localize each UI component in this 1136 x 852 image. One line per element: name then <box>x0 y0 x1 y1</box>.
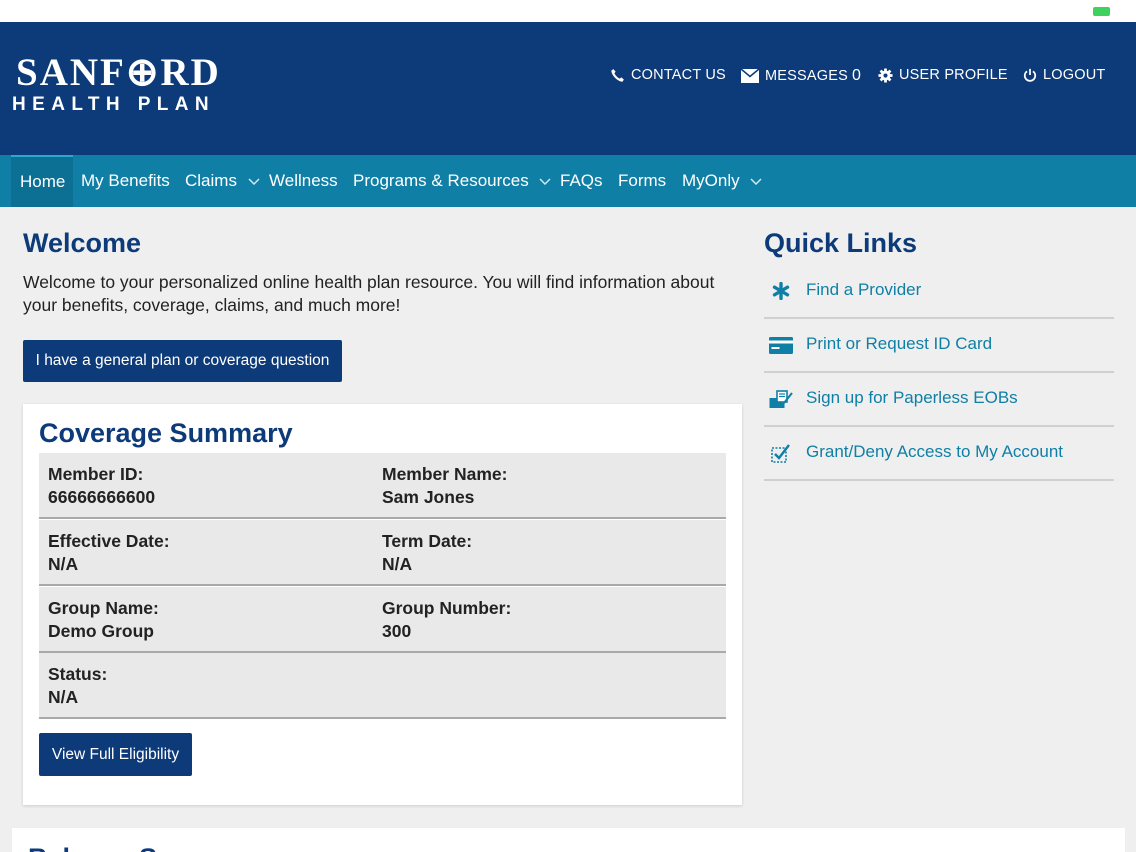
contact-us-label: CONTACT US <box>631 67 726 83</box>
member-name-label: Member Name: <box>382 464 508 484</box>
chevron-down-icon <box>248 178 260 186</box>
logo-wordmark: SANF⊕RD <box>16 51 221 94</box>
gear-icon <box>878 67 893 83</box>
user-profile-link[interactable]: USER PROFILE <box>878 67 1008 83</box>
member-id-cell: Member ID: 66666666600 <box>48 463 155 509</box>
power-icon <box>1023 68 1037 82</box>
nav-programs-resources-label: Programs & Resources <box>353 171 529 190</box>
quick-link-label: Print or Request ID Card <box>806 334 993 353</box>
coverage-row-group: Group Name: Demo Group Group Number: 300 <box>39 587 726 653</box>
effective-date-cell: Effective Date: N/A <box>48 530 170 576</box>
envelope-icon <box>741 69 759 83</box>
group-number-label: Group Number: <box>382 598 512 618</box>
member-name-cell: Member Name: Sam Jones <box>382 463 507 509</box>
nav-claims[interactable]: Claims <box>185 155 260 207</box>
welcome-heading: Welcome <box>23 228 142 258</box>
nav-my-benefits-label: My Benefits <box>81 171 170 190</box>
term-date-cell: Term Date: N/A <box>382 530 472 576</box>
sanford-logo[interactable]: SANF⊕RD HEALTH PLAN <box>12 51 221 117</box>
balance-summary-heading: Balance Summary <box>28 843 262 852</box>
term-date-value: N/A <box>382 554 413 574</box>
phone-icon <box>611 68 624 82</box>
main-nav: Home My Benefits Claims Wellness Program… <box>0 155 1136 207</box>
status-cell: Status: N/A <box>48 663 107 709</box>
group-name-value: Demo Group <box>48 621 154 641</box>
nav-faqs-label: FAQs <box>560 171 603 190</box>
nav-home-label: Home <box>20 172 66 191</box>
id-card-icon <box>768 333 794 357</box>
balance-summary-card: Balance Summary <box>12 828 1125 852</box>
nav-forms[interactable]: Forms <box>618 155 666 207</box>
nav-wellness[interactable]: Wellness <box>269 155 338 207</box>
quick-link-label: Grant/Deny Access to My Account <box>806 442 1064 461</box>
logout-label: LOGOUT <box>1043 67 1106 83</box>
group-number-cell: Group Number: 300 <box>382 597 511 643</box>
quick-link-label: Sign up for Paperless EOBs <box>806 388 1018 407</box>
nav-myonly-label: MyOnly <box>682 171 740 190</box>
coverage-summary-heading: Coverage Summary <box>39 418 293 448</box>
nav-claims-label: Claims <box>185 171 237 190</box>
quick-links-heading: Quick Links <box>764 228 918 258</box>
messages-label: MESSAGES <box>765 68 848 84</box>
user-profile-label: USER PROFILE <box>899 67 1008 83</box>
contact-us-link[interactable]: CONTACT US <box>610 67 726 83</box>
quick-link-paperless-eobs[interactable]: Sign up for Paperless EOBs <box>764 373 1114 427</box>
group-number-value: 300 <box>382 621 412 641</box>
nav-wellness-label: Wellness <box>269 171 338 190</box>
asterisk-icon <box>768 279 794 303</box>
coverage-summary-card: Coverage Summary Member ID: 66666666600 … <box>23 404 742 805</box>
nav-myonly[interactable]: MyOnly <box>682 155 762 207</box>
nav-home[interactable]: Home <box>11 155 73 207</box>
coverage-row-member: Member ID: 66666666600 Member Name: Sam … <box>39 453 726 519</box>
coverage-row-dates: Effective Date: N/A Term Date: N/A <box>39 520 726 586</box>
site-header: SANF⊕RD HEALTH PLAN CONTACT US MESSAGES … <box>0 22 1136 156</box>
messages-count: 0 <box>852 67 862 84</box>
group-name-cell: Group Name: Demo Group <box>48 597 159 643</box>
member-name-value: Sam Jones <box>382 487 475 507</box>
view-full-eligibility-button[interactable]: View Full Eligibility <box>39 733 192 776</box>
nav-programs-resources[interactable]: Programs & Resources <box>353 155 551 207</box>
quick-link-grant-deny-access[interactable]: Grant/Deny Access to My Account <box>764 427 1114 481</box>
nav-forms-label: Forms <box>618 171 667 190</box>
effective-date-value: N/A <box>48 554 79 574</box>
status-label: Status: <box>48 664 108 684</box>
checklist-icon <box>768 441 794 465</box>
general-question-button[interactable]: I have a general plan or coverage questi… <box>23 340 342 382</box>
chevron-down-icon <box>750 178 762 186</box>
group-name-label: Group Name: <box>48 598 159 618</box>
coverage-row-status: Status: N/A <box>39 653 726 719</box>
welcome-text: Welcome to your personalized online heal… <box>23 272 715 315</box>
logout-link[interactable]: LOGOUT <box>1023 67 1105 83</box>
battery-icon <box>1093 7 1110 16</box>
quick-link-find-provider[interactable]: Find a Provider <box>764 265 1114 319</box>
effective-date-label: Effective Date: <box>48 531 170 551</box>
quick-link-id-card[interactable]: Print or Request ID Card <box>764 319 1114 373</box>
messages-link[interactable]: MESSAGES 0 <box>741 67 861 85</box>
status-value: N/A <box>48 687 79 707</box>
member-id-label: Member ID: <box>48 464 144 484</box>
device-status-bar <box>0 0 1136 22</box>
paperless-icon <box>768 387 794 411</box>
term-date-label: Term Date: <box>382 531 473 551</box>
member-id-value: 66666666600 <box>48 487 156 507</box>
nav-my-benefits[interactable]: My Benefits <box>81 155 170 207</box>
chevron-down-icon <box>539 178 551 186</box>
logo-subtitle: HEALTH PLAN <box>12 94 216 115</box>
nav-faqs[interactable]: FAQs <box>560 155 603 207</box>
quick-link-label: Find a Provider <box>806 280 922 299</box>
